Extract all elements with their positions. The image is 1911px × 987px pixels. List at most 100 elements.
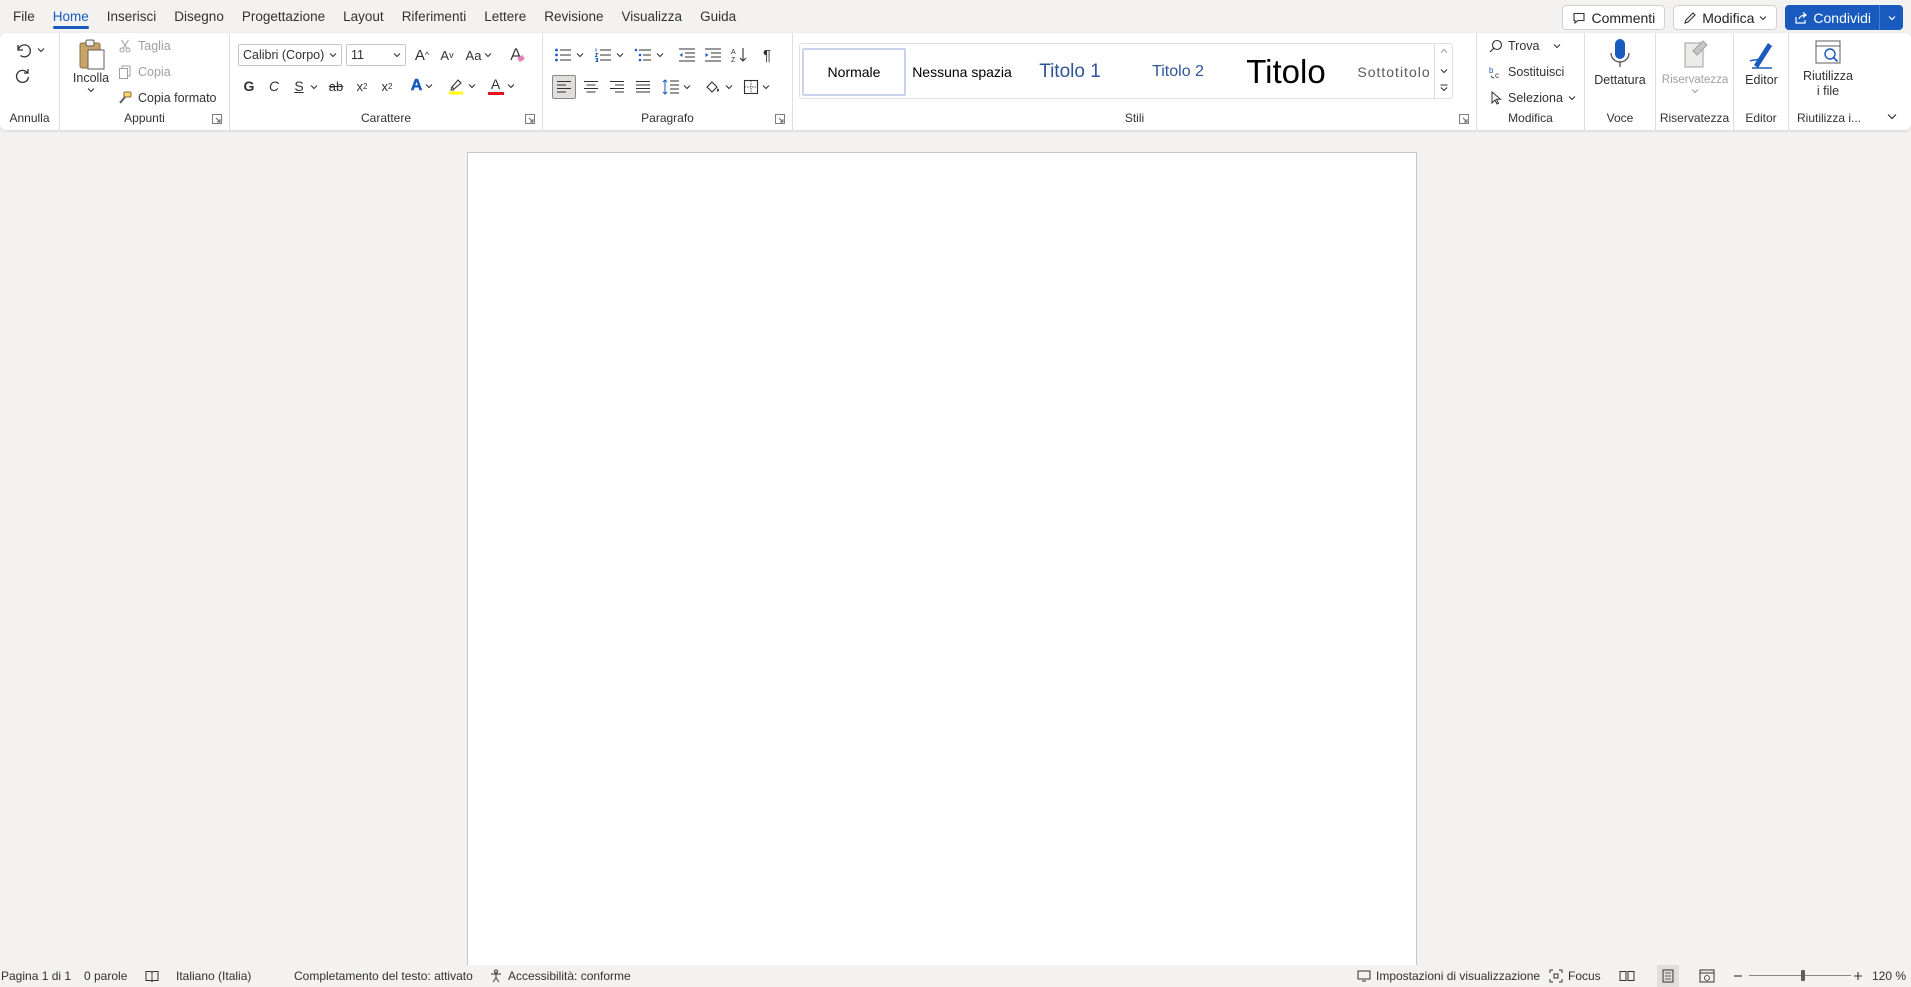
tab-home[interactable]: Home bbox=[44, 0, 98, 34]
align-left-button[interactable] bbox=[552, 75, 576, 99]
shading-button[interactable] bbox=[701, 75, 735, 99]
multilevel-list-button[interactable] bbox=[631, 43, 667, 67]
share-button[interactable]: Condividi bbox=[1785, 5, 1903, 30]
accessibility-status[interactable]: Accessibilità: conforme bbox=[489, 965, 631, 987]
edit-mode-button[interactable]: Modifica bbox=[1673, 5, 1778, 30]
chevron-down-icon[interactable] bbox=[1440, 68, 1448, 74]
line-spacing-button[interactable] bbox=[659, 75, 693, 99]
superscript-button[interactable]: x2 bbox=[376, 75, 398, 97]
tab-design[interactable]: Progettazione bbox=[233, 0, 334, 34]
justify-button[interactable] bbox=[631, 75, 655, 99]
zoom-slider[interactable] bbox=[1749, 965, 1851, 987]
select-button[interactable]: Seleziona bbox=[1489, 91, 1576, 105]
chevron-down-icon bbox=[507, 83, 515, 89]
read-mode-button[interactable] bbox=[1619, 965, 1635, 987]
dictate-button[interactable]: Dettatura bbox=[1591, 37, 1649, 88]
clipboard-launcher-icon[interactable] bbox=[212, 114, 222, 124]
zoom-slider-thumb[interactable] bbox=[1800, 970, 1805, 981]
editor-button[interactable]: Editor bbox=[1738, 37, 1785, 88]
underline-dropdown[interactable] bbox=[309, 82, 319, 92]
align-right-button[interactable] bbox=[605, 75, 629, 99]
subscript-button[interactable]: x2 bbox=[351, 75, 373, 97]
align-center-button[interactable] bbox=[579, 75, 603, 99]
font-color-button[interactable]: A bbox=[484, 75, 518, 97]
focus-mode[interactable]: Focus bbox=[1549, 965, 1601, 987]
proofing-status[interactable] bbox=[145, 965, 159, 987]
numbering-button[interactable] bbox=[591, 43, 627, 67]
sort-button[interactable]: AZ bbox=[727, 43, 751, 67]
tab-file[interactable]: File bbox=[4, 0, 44, 34]
redo-button[interactable] bbox=[12, 64, 34, 86]
font-size-value: 11 bbox=[351, 48, 364, 62]
bold-button[interactable]: G bbox=[238, 75, 260, 97]
tab-layout[interactable]: Layout bbox=[334, 0, 393, 34]
editor-pen-icon bbox=[1746, 37, 1778, 73]
style-normal[interactable]: Normale bbox=[802, 48, 906, 96]
tab-insert[interactable]: Inserisci bbox=[98, 0, 166, 34]
reuse-files-button[interactable]: Riutilizza i file bbox=[1793, 37, 1863, 99]
bullets-button[interactable] bbox=[551, 43, 587, 67]
search-icon bbox=[1489, 39, 1503, 53]
show-paragraph-marks-button[interactable]: ¶ bbox=[755, 43, 779, 67]
chevron-down-icon[interactable] bbox=[393, 52, 401, 58]
text-predictions-status[interactable]: Completamento del testo: attivato bbox=[294, 965, 473, 987]
style-heading-2[interactable]: Titolo 2 bbox=[1126, 48, 1230, 96]
undo-button[interactable] bbox=[12, 39, 34, 61]
web-layout-button[interactable] bbox=[1699, 965, 1715, 987]
borders-button[interactable] bbox=[739, 75, 773, 99]
italic-button[interactable]: C bbox=[263, 75, 285, 97]
shrink-font-button[interactable]: Av bbox=[435, 43, 459, 67]
paragraph-launcher-icon[interactable] bbox=[775, 114, 785, 124]
print-layout-button[interactable] bbox=[1657, 965, 1679, 987]
tab-help[interactable]: Guida bbox=[691, 0, 745, 34]
font-launcher-icon[interactable] bbox=[525, 114, 535, 124]
decrease-indent-button[interactable] bbox=[675, 43, 699, 67]
word-count[interactable]: 0 parole bbox=[84, 965, 127, 987]
style-no-spacing[interactable]: Nessuna spazia bbox=[910, 48, 1014, 96]
paintbrush-icon bbox=[118, 91, 132, 105]
cut-button[interactable]: Taglia bbox=[118, 39, 171, 53]
find-button[interactable]: Trova bbox=[1489, 39, 1561, 53]
zoom-in-button[interactable] bbox=[1853, 965, 1863, 987]
tab-references[interactable]: Riferimenti bbox=[393, 0, 476, 34]
sensitivity-button[interactable]: Riservatezza bbox=[1660, 37, 1730, 94]
paste-button[interactable]: Incolla bbox=[68, 37, 114, 94]
language-status[interactable]: Italiano (Italia) bbox=[176, 965, 251, 987]
display-settings[interactable]: Impostazioni di visualizzazione bbox=[1357, 965, 1540, 987]
format-painter-button[interactable]: Copia formato bbox=[118, 91, 217, 105]
zoom-out-button[interactable] bbox=[1733, 965, 1743, 987]
chevron-up-icon[interactable] bbox=[1440, 48, 1448, 54]
document-page[interactable] bbox=[467, 152, 1417, 965]
grow-font-button[interactable]: A ^ bbox=[410, 43, 434, 67]
chevron-down-icon[interactable] bbox=[329, 52, 337, 58]
strikethrough-button[interactable]: ab bbox=[324, 75, 348, 97]
more-styles-icon[interactable] bbox=[1440, 84, 1448, 92]
underline-button[interactable]: S bbox=[288, 75, 310, 97]
styles-launcher-icon[interactable] bbox=[1459, 114, 1469, 124]
tab-view[interactable]: Visualizza bbox=[613, 0, 692, 34]
styles-gallery-scroller bbox=[1434, 44, 1452, 98]
collapse-ribbon-icon[interactable] bbox=[1887, 113, 1897, 120]
copy-button[interactable]: Copia bbox=[118, 65, 171, 79]
undo-dropdown[interactable] bbox=[36, 45, 46, 55]
font-size-box[interactable]: 11 bbox=[346, 44, 406, 66]
style-heading-1[interactable]: Titolo 1 bbox=[1018, 48, 1122, 96]
style-title[interactable]: Titolo bbox=[1234, 48, 1338, 96]
highlight-button[interactable] bbox=[444, 75, 478, 97]
tab-draw[interactable]: Disegno bbox=[165, 0, 233, 34]
paragraph-group-label: Paragrafo bbox=[641, 111, 694, 125]
page-count[interactable]: Pagina 1 di 1 bbox=[1, 965, 71, 987]
language-label: Italiano (Italia) bbox=[176, 969, 252, 983]
text-effects-button[interactable]: A bbox=[405, 75, 439, 97]
tab-review[interactable]: Revisione bbox=[535, 0, 612, 34]
style-subtitle[interactable]: Sottotitolo bbox=[1342, 48, 1446, 96]
zoom-level[interactable]: 120 % bbox=[1872, 965, 1906, 987]
share-chevron-icon[interactable] bbox=[1888, 15, 1896, 21]
font-name-box[interactable]: Calibri (Corpo) bbox=[238, 44, 342, 66]
increase-indent-button[interactable] bbox=[701, 43, 725, 67]
tab-mailings[interactable]: Lettere bbox=[475, 0, 535, 34]
clear-formatting-button[interactable] bbox=[505, 43, 529, 67]
change-case-button[interactable]: Aa bbox=[462, 43, 496, 67]
replace-button[interactable]: bc Sostituisci bbox=[1489, 65, 1564, 79]
comments-button[interactable]: Commenti bbox=[1562, 5, 1666, 30]
